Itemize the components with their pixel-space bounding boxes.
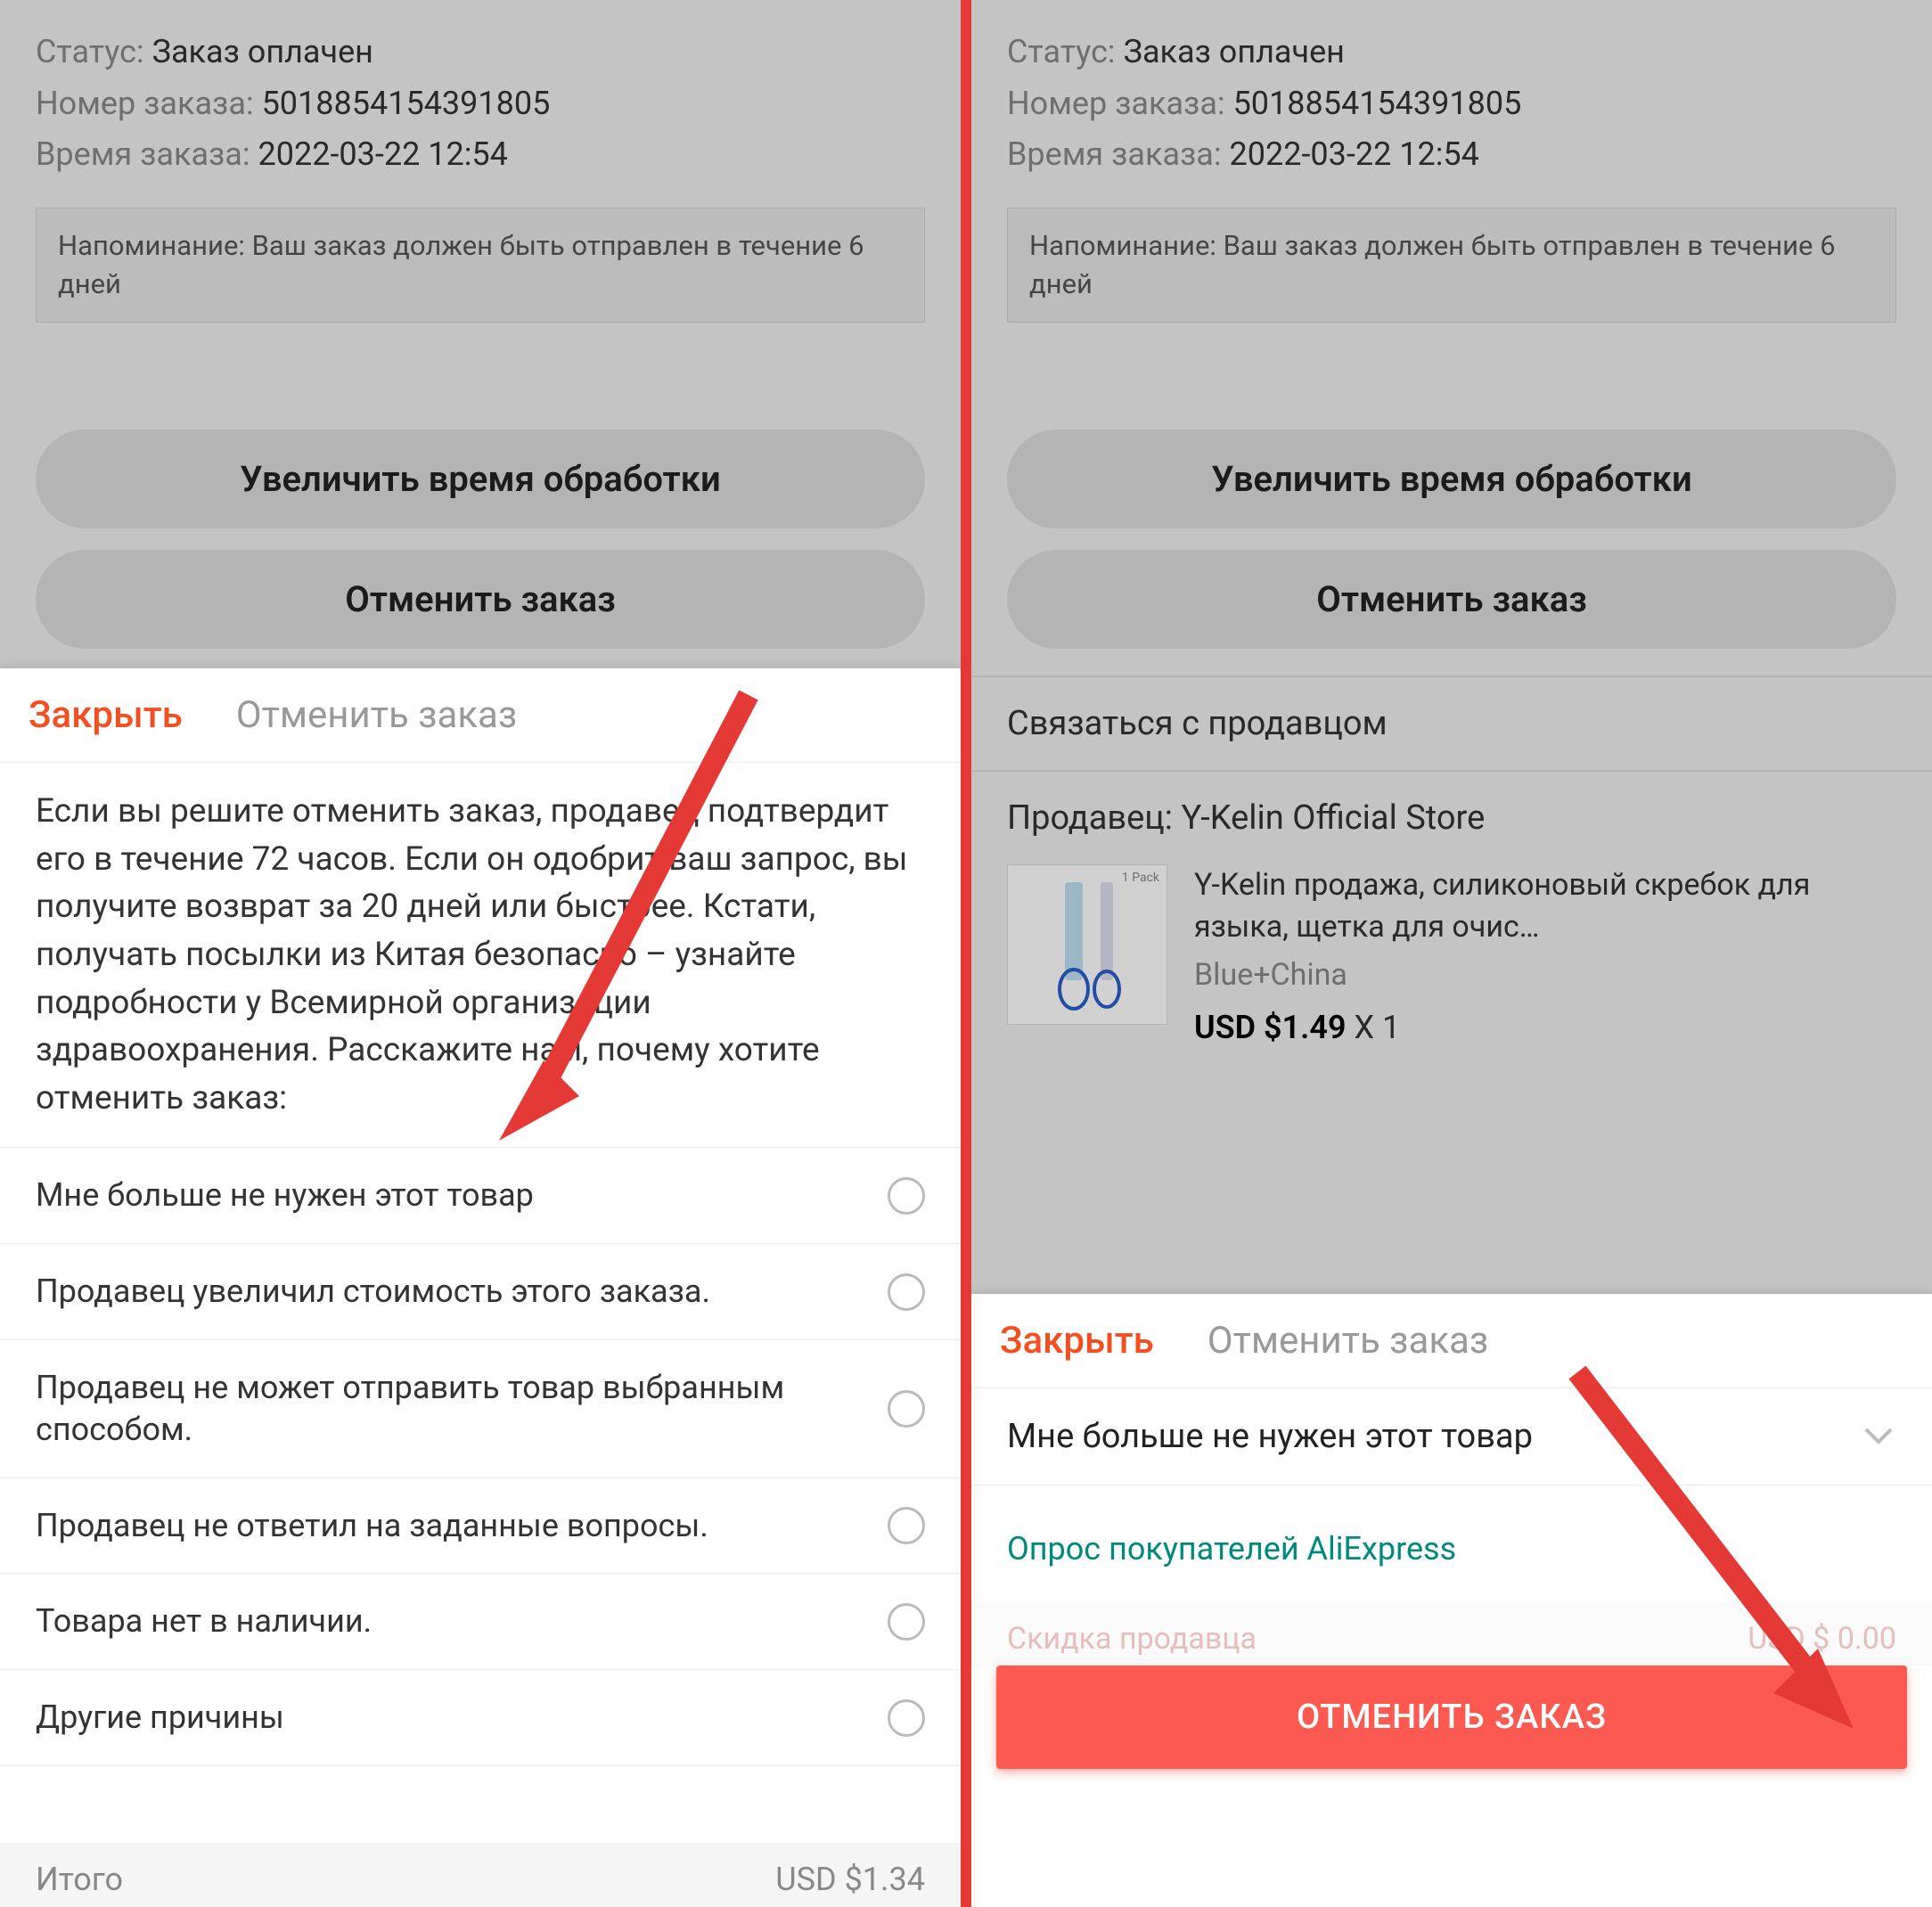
- cancel-order-button[interactable]: Отменить заказ: [1007, 550, 1896, 649]
- right-screen: Статус: Заказ оплачен Номер заказа: 5018…: [971, 0, 1932, 1907]
- reason-text: Другие причины: [36, 1697, 870, 1739]
- cancel-order-cta-button[interactable]: ОТМЕНИТЬ ЗАКАЗ: [996, 1666, 1907, 1769]
- left-screen: Статус: Заказ оплачен Номер заказа: 5018…: [0, 0, 961, 1907]
- selected-reason-dropdown[interactable]: Мне больше не нужен этот товар: [971, 1388, 1932, 1485]
- sheet-close-button[interactable]: Закрыть: [29, 693, 183, 737]
- product-price: USD $1.49: [1194, 1009, 1347, 1046]
- order-number-label: Номер заказа:: [1007, 85, 1225, 122]
- radio-icon: [888, 1390, 925, 1428]
- selected-reason-text: Мне больше не нужен этот товар: [1007, 1417, 1533, 1456]
- reminder-box: Напоминание: Ваш заказ должен быть отпра…: [36, 208, 925, 323]
- total-value: USD $1.34: [775, 1861, 925, 1898]
- cancel-confirm-sheet: Закрыть Отменить заказ Мне больше не нуж…: [971, 1294, 1932, 1907]
- product-thumbnail: 1 Pack: [1007, 864, 1167, 1025]
- discount-label: Скидка продавца: [1007, 1621, 1257, 1657]
- order-number-value: 5018854154391805: [1233, 85, 1522, 122]
- sheet-header: Закрыть Отменить заказ: [971, 1294, 1932, 1388]
- survey-link[interactable]: Опрос покупателей AliExpress: [971, 1485, 1932, 1603]
- contact-seller-link[interactable]: Связаться с продавцом: [971, 675, 1932, 772]
- reason-text: Товара нет в наличии.: [36, 1600, 870, 1642]
- order-info-block: Статус: Заказ оплачен Номер заказа: 5018…: [0, 0, 961, 199]
- radio-icon: [888, 1177, 925, 1215]
- sheet-title: Отменить заказ: [236, 693, 517, 737]
- cancel-reason-sheet: Закрыть Отменить заказ Если вы решите от…: [0, 668, 961, 1907]
- reason-option[interactable]: Продавец увеличил стоимость этого заказа…: [0, 1244, 961, 1340]
- sheet-title: Отменить заказ: [1208, 1319, 1488, 1363]
- product-qty: X 1: [1354, 1009, 1400, 1046]
- radio-icon: [888, 1603, 925, 1641]
- radio-icon: [888, 1507, 925, 1544]
- order-time-value: 2022-03-22 12:54: [1230, 135, 1479, 173]
- status-value: Заказ оплачен: [1124, 33, 1345, 70]
- seller-line: Продавец: Y-Kelin Official Store: [971, 772, 1932, 847]
- order-time-value: 2022-03-22 12:54: [258, 135, 508, 173]
- radio-icon: [888, 1699, 925, 1737]
- product-row[interactable]: 1 Pack Y-Kelin продажа, силиконовый скре…: [971, 847, 1932, 1068]
- screens-divider: [961, 0, 971, 1907]
- reason-option[interactable]: Мне больше не нужен этот товар: [0, 1148, 961, 1244]
- reason-text: Продавец не может отправить товар выбран…: [36, 1367, 870, 1451]
- product-title: Y-Kelin продажа, силиконовый скребок для…: [1194, 864, 1896, 949]
- discount-value: USD $ 0.00: [1748, 1621, 1896, 1657]
- total-label: Итого: [36, 1861, 123, 1898]
- reason-text: Мне больше не нужен этот товар: [36, 1174, 870, 1216]
- order-info-block: Статус: Заказ оплачен Номер заказа: 5018…: [971, 0, 1932, 199]
- pack-label: 1 Pack: [1122, 871, 1159, 885]
- status-label: Статус:: [36, 33, 144, 70]
- order-time-label: Время заказа:: [36, 135, 250, 173]
- reminder-box: Напоминание: Ваш заказ должен быть отпра…: [1007, 208, 1896, 323]
- reason-text: Продавец увеличил стоимость этого заказа…: [36, 1271, 870, 1313]
- order-time-label: Время заказа:: [1007, 135, 1222, 173]
- sheet-close-button[interactable]: Закрыть: [1000, 1319, 1154, 1363]
- status-label: Статус:: [1007, 33, 1116, 70]
- cancel-order-button[interactable]: Отменить заказ: [36, 550, 925, 649]
- seller-label: Продавец:: [1007, 798, 1173, 838]
- extend-processing-button[interactable]: Увеличить время обработки: [1007, 430, 1896, 528]
- status-value: Заказ оплачен: [152, 33, 373, 70]
- seller-name: Y-Kelin Official Store: [1181, 798, 1485, 838]
- reason-option[interactable]: Продавец не ответил на заданные вопросы.: [0, 1478, 961, 1575]
- footer-total: Итого USD $1.34: [0, 1843, 961, 1907]
- extend-processing-button[interactable]: Увеличить время обработки: [36, 430, 925, 528]
- reason-option[interactable]: Товара нет в наличии.: [0, 1574, 961, 1670]
- discount-row: Скидка продавца USD $ 0.00: [971, 1603, 1932, 1666]
- order-number-value: 5018854154391805: [262, 85, 551, 122]
- order-number-label: Номер заказа:: [36, 85, 254, 122]
- sheet-header: Закрыть Отменить заказ: [0, 668, 961, 763]
- chevron-down-icon: [1861, 1419, 1896, 1454]
- reason-text: Продавец не ответил на заданные вопросы.: [36, 1505, 870, 1547]
- sheet-description: Если вы решите отменить заказ, продавец …: [0, 763, 961, 1148]
- product-variant: Blue+China: [1194, 954, 1896, 997]
- reason-option[interactable]: Продавец не может отправить товар выбран…: [0, 1340, 961, 1478]
- radio-icon: [888, 1273, 925, 1311]
- reason-option[interactable]: Другие причины: [0, 1670, 961, 1766]
- product-meta: Y-Kelin продажа, силиконовый скребок для…: [1194, 864, 1896, 1051]
